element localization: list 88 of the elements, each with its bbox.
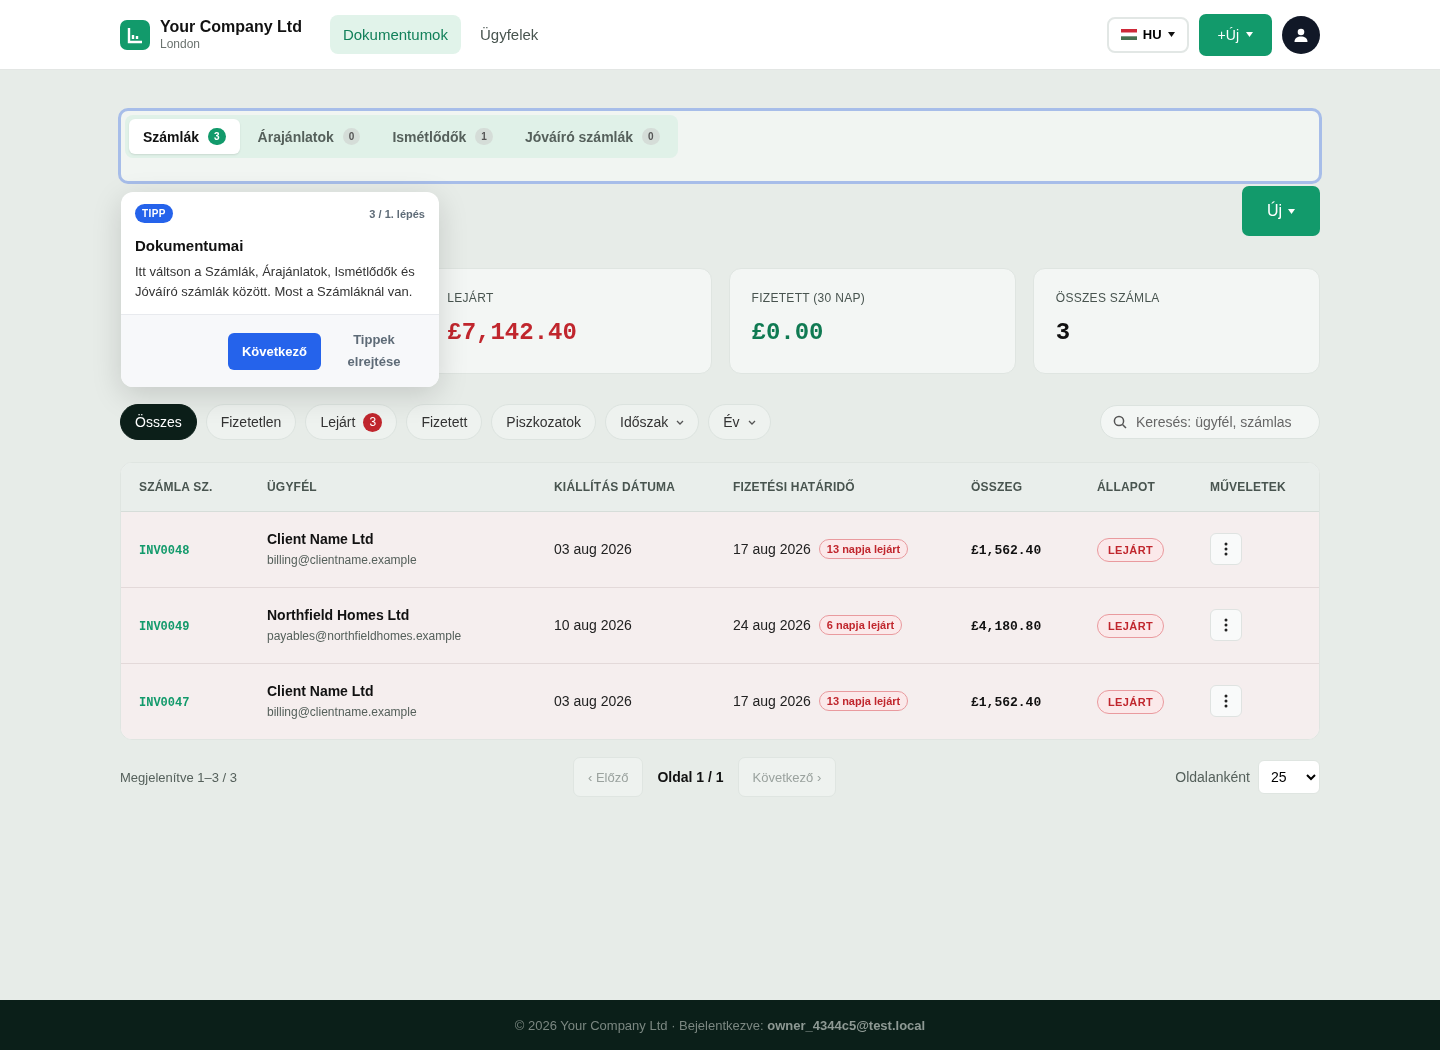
tip-badge: TIPP [135,204,173,223]
search-icon [1113,415,1127,429]
per-page-label: Oldalanként [1175,769,1250,785]
client-email: billing@clientname.example [267,553,418,567]
filter-chip[interactable]: Fizetetlen [205,404,297,440]
count-badge: 3 [208,128,226,145]
per-page-select[interactable]: 25 [1258,760,1320,794]
row-actions-button[interactable] [1210,685,1242,718]
overdue-badge: 13 napja lejárt [818,691,909,712]
filter-chip[interactable]: Fizetett [406,404,483,440]
caret-icon [1167,32,1175,37]
language-button[interactable]: HU [1106,16,1189,53]
amount: £1,562.40 [971,695,1042,711]
row-actions-button[interactable] [1210,533,1242,565]
tip-title: Dokumentumai [135,237,245,254]
hide-tips-button[interactable]: Tippek elrejtése [339,329,409,373]
stat-value: 3 [1055,319,1071,346]
more-icon [1224,542,1228,556]
company-city: London [160,37,202,51]
chevron-down-icon [747,419,756,425]
count-badge: 0 [642,128,660,145]
stat-value: £0.00 [751,319,824,346]
client-email: payables@northfieldhomes.example [267,629,463,643]
table-cell: 03 aug 2026 [554,541,632,557]
chart-logo-icon [120,19,150,50]
column-header: MŰVELETEK [1192,463,1319,511]
nav-tab[interactable]: Dokumentumok [329,15,461,54]
user-avatar-button[interactable] [1282,15,1320,54]
results-summary: Megjelenítve 1–3 / 3 [120,769,239,785]
row-actions-button[interactable] [1210,609,1242,641]
tip-text: Itt váltson a Számlák, Árajánlatok, Ismétlődők és Jóváíró számlák között. Most a Számláknál van. [135,263,416,301]
table-cell: 17 aug 2026 [733,693,811,710]
stat-value: £7,142.40 [447,319,577,346]
overdue-badge: 13 napja lejárt [818,539,909,559]
column-header: KIÁLLÍTÁS DÁTUMA [536,463,715,511]
filter-dropdown[interactable]: Időszak [605,404,700,440]
column-header: ÁLLAPOT [1079,463,1192,511]
client-email: billing@clientname.example [267,705,418,720]
flag-icon [1120,29,1137,40]
filter-dropdown[interactable]: Év [708,404,771,440]
caret-icon [1246,32,1253,37]
user-icon [1294,27,1308,42]
new-button[interactable]: +Új [1198,13,1272,56]
column-header: FIZETÉSI HATÁRIDŐ [715,463,953,511]
filter-chip[interactable]: Lejárt 3 [305,404,398,440]
column-header: ÜGYFÉL [249,463,536,511]
caret-icon [1288,208,1295,214]
filter-chip[interactable]: Piszkozatok [491,404,597,440]
table-cell: 17 aug 2026 [733,541,811,557]
overdue-badge: 6 napja lejárt [818,615,903,635]
amount: £1,562.40 [971,543,1042,558]
company-name: Your Company Ltd [160,18,302,36]
column-header: SZÁMLA SZ. [121,463,249,511]
nav-tab[interactable]: Ügyfelek [466,15,552,54]
page-indicator: Oldal 1 / 1 [656,769,725,785]
filter-chip[interactable]: Összes [120,404,197,440]
invoice-number-link[interactable]: INV0049 [139,620,190,634]
next-button[interactable]: Következő [227,332,321,370]
count-badge: 0 [342,128,361,145]
document-tab[interactable]: Árajánlatok 0 [243,119,375,154]
client-name: Client Name Ltd [267,683,375,700]
more-icon [1224,618,1228,632]
status-badge: LEJÁRT [1097,538,1165,562]
document-tab[interactable]: Számlák 3 [129,119,240,154]
column-header: ÖSSZEG [953,463,1079,511]
chevron-down-icon [676,419,685,425]
invoice-number-link[interactable]: INV0048 [139,544,190,558]
stat-label: ÖSSZES SZÁMLA [1055,291,1160,305]
search-field[interactable]: Keresés: ügyfél, számlas [1100,405,1320,439]
invoice-number-link[interactable]: INV0047 [139,696,190,711]
stat-label: FIZETETT (30 NAP) [751,291,866,305]
count-badge: 3 [363,412,383,432]
footer-text: © 2026 Your Company Ltd · Bejelentkezve: owner_4344c5@test.local [514,1017,926,1033]
step-counter: 3 / 1. lépés [369,207,425,220]
amount: £4,180.80 [971,619,1042,634]
status-badge: LEJÁRT [1097,690,1165,715]
new-document-button[interactable]: Új [1241,186,1320,236]
client-name: Client Name Ltd [267,531,375,547]
document-tab[interactable]: Jóváíró számlák 0 [510,119,674,154]
document-tab[interactable]: Ismétlődők 1 [378,119,507,154]
table-cell: 24 aug 2026 [733,617,811,633]
table-cell: 03 aug 2026 [554,693,632,710]
more-icon [1224,694,1228,709]
stat-label: LEJÁRT [447,291,494,305]
count-badge: 1 [475,128,493,145]
client-name: Northfield Homes Ltd [267,607,411,623]
table-cell: 10 aug 2026 [554,617,632,633]
status-badge: LEJÁRT [1097,614,1165,638]
